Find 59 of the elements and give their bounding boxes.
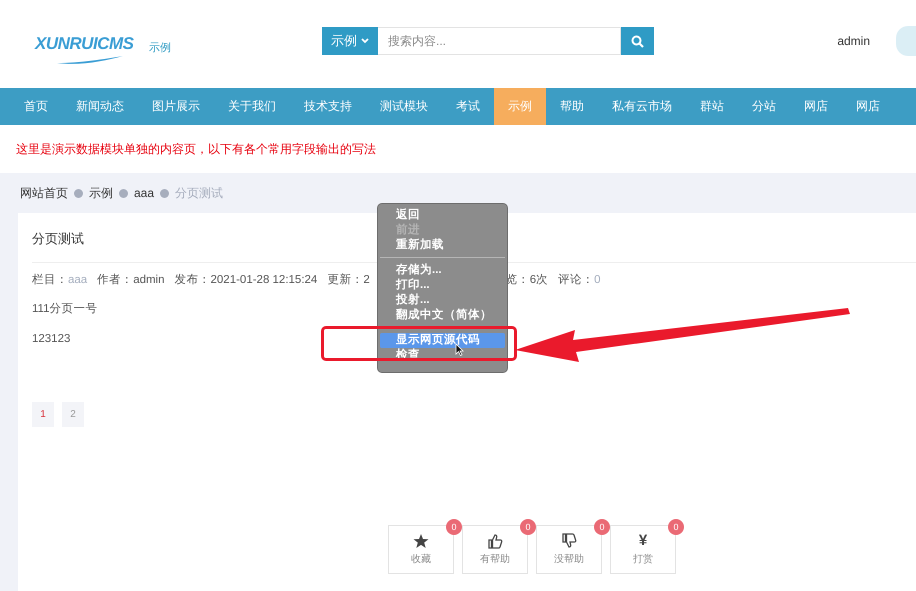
- paragraph: 111分页一号: [32, 302, 98, 317]
- separator-dot-icon: [74, 188, 83, 198]
- menu-item[interactable]: 存储为...: [380, 263, 505, 278]
- nav-item[interactable]: 网店: [842, 88, 894, 125]
- nav-item[interactable]: 图片展示: [138, 88, 214, 125]
- meta-field: 更新：2: [327, 272, 370, 301]
- count-badge: 0: [668, 519, 684, 535]
- yen-icon: ¥: [638, 533, 648, 549]
- nav-item[interactable]: 分站: [738, 88, 790, 125]
- nav-item[interactable]: 示例: [494, 88, 546, 125]
- star-icon: [413, 533, 429, 549]
- meta-field: 作者：admin: [97, 272, 165, 301]
- menu-item[interactable]: 重新加载: [380, 238, 505, 253]
- menu-item[interactable]: 返回: [380, 208, 505, 223]
- action-label: 没帮助: [554, 552, 584, 566]
- nav-item[interactable]: 技术支持: [290, 88, 366, 125]
- breadcrumb-link[interactable]: 分页测试: [175, 184, 224, 202]
- paragraph: 123123: [32, 333, 70, 347]
- page-button[interactable]: 1: [32, 402, 54, 427]
- count-badge: 0: [594, 519, 610, 535]
- search-field[interactable]: 搜索内容...: [378, 27, 621, 55]
- nav-item[interactable]: 关于我们: [214, 88, 290, 125]
- nav-item[interactable]: 首页: [10, 88, 62, 125]
- meta-field: 栏目：aaa: [32, 272, 88, 301]
- count-badge: 0: [520, 519, 536, 535]
- separator-dot-icon: [160, 188, 170, 198]
- menu-item[interactable]: 打印...: [380, 278, 505, 293]
- nav-item[interactable]: 考试: [442, 88, 494, 125]
- username[interactable]: admin: [837, 34, 870, 48]
- breadcrumb-link[interactable]: 网站首页: [20, 184, 68, 202]
- search-button[interactable]: [621, 27, 654, 55]
- menu-item[interactable]: 投射...: [380, 293, 505, 308]
- thumbs-down-icon: [561, 533, 577, 549]
- nav-item[interactable]: 群站: [686, 88, 738, 125]
- nav-item[interactable]: 私有云市场: [598, 88, 686, 125]
- separator-dot-icon: [119, 188, 128, 198]
- nav-item[interactable]: 新闻动态: [62, 88, 138, 125]
- breadcrumb-link[interactable]: 示例: [89, 184, 113, 202]
- meta-field: 发布：2021-01-28 12:15:24: [174, 272, 318, 301]
- meta-field: 评论：0: [558, 272, 601, 301]
- nav-item[interactable]: 网店: [790, 88, 842, 125]
- nav-item[interactable]: 测试模块: [366, 88, 442, 125]
- count-badge: 0: [446, 519, 462, 535]
- page-button[interactable]: 2: [62, 402, 84, 427]
- action-label: 打赏: [633, 552, 653, 566]
- chevron-down-icon: [361, 38, 369, 44]
- menu-item[interactable]: 翻成中文（简体）: [380, 308, 505, 323]
- nav-item[interactable]: 帮助: [546, 88, 598, 125]
- cursor-icon: [455, 343, 464, 356]
- search-icon: [631, 34, 644, 48]
- action-label: 收藏: [411, 552, 431, 566]
- breadcrumb-link[interactable]: aaa: [134, 186, 154, 200]
- logo[interactable]: XUNRUICMS: [35, 34, 134, 54]
- search-scope-dropdown[interactable]: 示例: [322, 27, 378, 55]
- notice-text: 这里是演示数据模块单独的内容页，以下有各个常用字段输出的写法: [15, 141, 377, 158]
- site-label: 示例: [149, 40, 171, 54]
- thumbs-up-icon: [487, 533, 503, 549]
- menu-item[interactable]: 显示网页源代码: [380, 333, 505, 348]
- action-label: 有帮助: [480, 552, 510, 566]
